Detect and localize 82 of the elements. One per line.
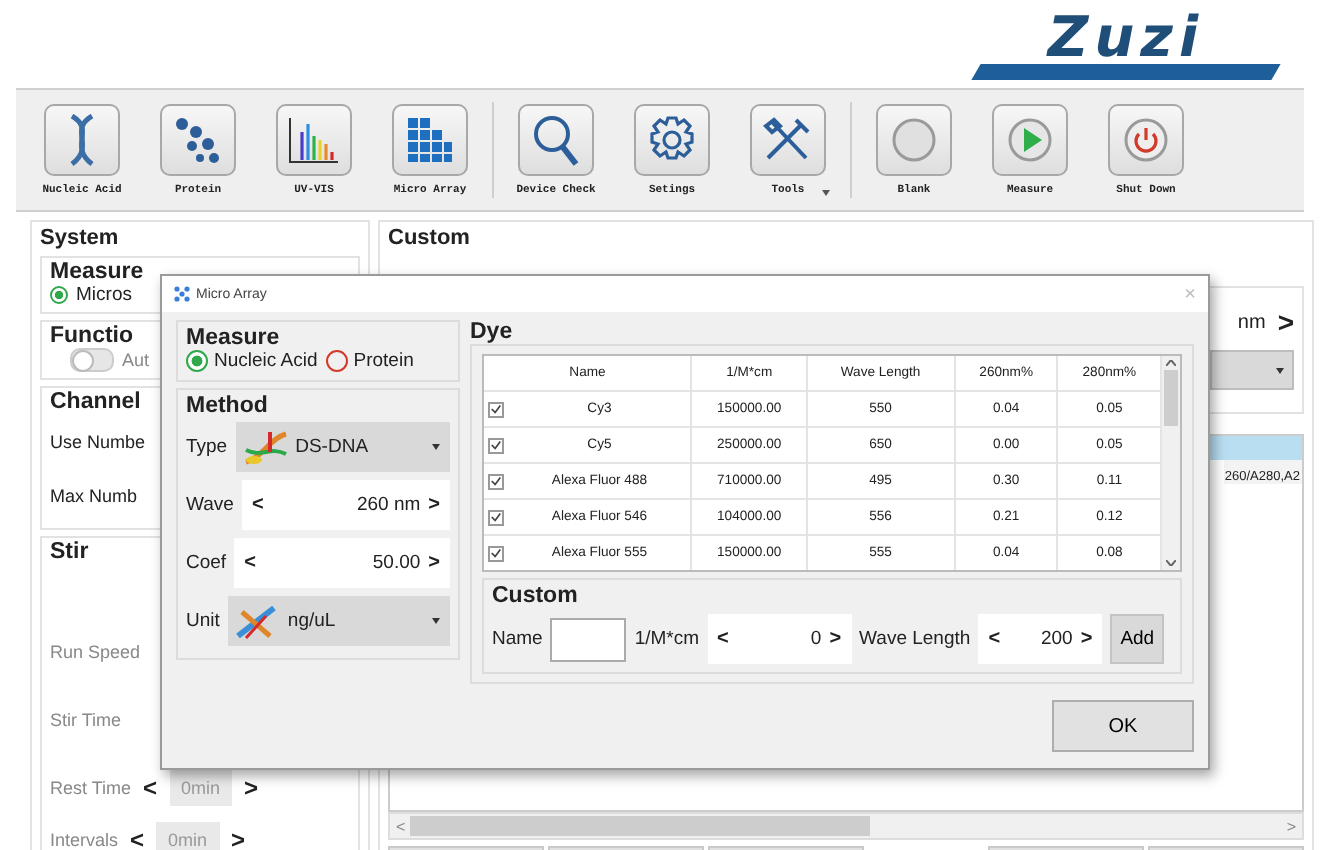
decrease-button[interactable]: < — [251, 494, 264, 516]
molecule-icon — [174, 116, 222, 164]
checkbox[interactable] — [488, 437, 504, 453]
ok-button[interactable]: OK — [1052, 700, 1194, 752]
spinner-value: 50.00 — [370, 552, 421, 574]
dropdown[interactable] — [1210, 350, 1294, 390]
unit-label: nm — [1237, 311, 1266, 333]
coef-spinner[interactable]: < 50.00 > — [234, 538, 450, 588]
unit-dropdown[interactable]: ng/uL — [227, 596, 450, 646]
increase-button[interactable]: > — [428, 552, 440, 574]
group-title: Channel — [50, 390, 141, 414]
logo-text: Zuzi — [1047, 12, 1205, 64]
checkbox[interactable] — [488, 401, 504, 417]
caret-icon — [432, 618, 440, 624]
field-label: Stir Time — [50, 708, 122, 734]
field-label: Name — [492, 628, 543, 650]
decrease-button[interactable]: < — [988, 628, 1001, 650]
wave-length-spinner[interactable]: < 200 > — [978, 614, 1103, 664]
type-dropdown[interactable]: DS-DNA — [235, 422, 450, 472]
field-label: Max Numb — [50, 483, 138, 509]
spinner-value: 260 nm — [354, 494, 421, 516]
increase-button[interactable]: > — [1277, 306, 1294, 338]
toggle-switch[interactable] — [70, 348, 114, 372]
scrollbar-thumb[interactable] — [409, 816, 870, 836]
add-button[interactable]: Add — [1110, 614, 1165, 664]
decrease-button[interactable]: < — [143, 774, 158, 802]
field-label: Coef — [186, 552, 227, 574]
group-title: Custom — [492, 584, 580, 608]
dropdown-value: ng/uL — [287, 610, 338, 632]
increase-button[interactable]: > — [231, 826, 246, 850]
scroll-up-icon — [1166, 360, 1176, 366]
spinner-value: 0 — [808, 628, 822, 650]
decrease-button[interactable]: < — [717, 628, 729, 650]
dropdown-value: DS-DNA — [295, 436, 371, 458]
checkbox[interactable] — [488, 545, 504, 561]
checkbox[interactable] — [488, 509, 504, 525]
app-icon — [174, 286, 190, 302]
field-label: Wave Length — [859, 628, 971, 650]
panel-title: Custom — [388, 226, 472, 250]
checkbox[interactable] — [488, 473, 504, 489]
group-title: Method — [186, 394, 270, 418]
increase-button[interactable]: > — [1080, 628, 1093, 650]
field-label: Unit — [186, 610, 220, 632]
group-title: Measure — [50, 260, 144, 284]
group-title: Measure — [186, 326, 282, 350]
tools-icon — [762, 116, 814, 164]
coef-spinner[interactable]: < 0 > — [707, 614, 852, 664]
spinner-value: 200 — [1038, 628, 1073, 650]
increase-button[interactable]: > — [244, 774, 259, 802]
panel-title: System — [40, 226, 121, 250]
field-label: Use Numbe — [50, 429, 146, 455]
scroll-down-icon — [1166, 560, 1176, 566]
group-title: Functio — [50, 324, 134, 348]
group-title: Stir — [50, 540, 89, 564]
settings-icon — [648, 116, 696, 164]
decrease-button[interactable]: < — [244, 552, 256, 574]
field-label: Intervals — [50, 828, 119, 850]
power-icon — [1122, 116, 1170, 164]
field-label: 1/M*cm — [634, 628, 700, 650]
name-input-field[interactable] — [550, 617, 627, 661]
radio-option[interactable]: Micros — [50, 284, 132, 306]
vertical-scrollbar[interactable] — [1162, 356, 1180, 570]
wave-spinner[interactable]: < 260 nm > — [241, 480, 450, 530]
field-label: Rest Time — [50, 776, 132, 802]
radio-option[interactable]: Nucleic Acid — [186, 350, 318, 372]
group-title: Dye — [470, 320, 515, 344]
field-label: Run Speed — [50, 640, 141, 666]
increase-button[interactable]: > — [428, 494, 440, 516]
search-icon — [532, 114, 580, 166]
blank-circle-icon — [890, 116, 938, 164]
field-label: Wave — [186, 494, 234, 516]
caret-icon — [1276, 367, 1284, 373]
toggle-label: Aut — [122, 350, 150, 370]
caret-icon — [432, 444, 440, 450]
spectrum-icon — [288, 116, 340, 164]
scrollbar-thumb[interactable] — [1164, 370, 1178, 426]
decrease-button[interactable]: < — [130, 826, 145, 850]
radio-option[interactable]: Protein — [325, 350, 414, 372]
play-icon — [1006, 116, 1054, 164]
increase-button[interactable]: > — [829, 628, 842, 650]
field-label: Type — [186, 436, 228, 458]
grid-icon — [406, 116, 454, 164]
